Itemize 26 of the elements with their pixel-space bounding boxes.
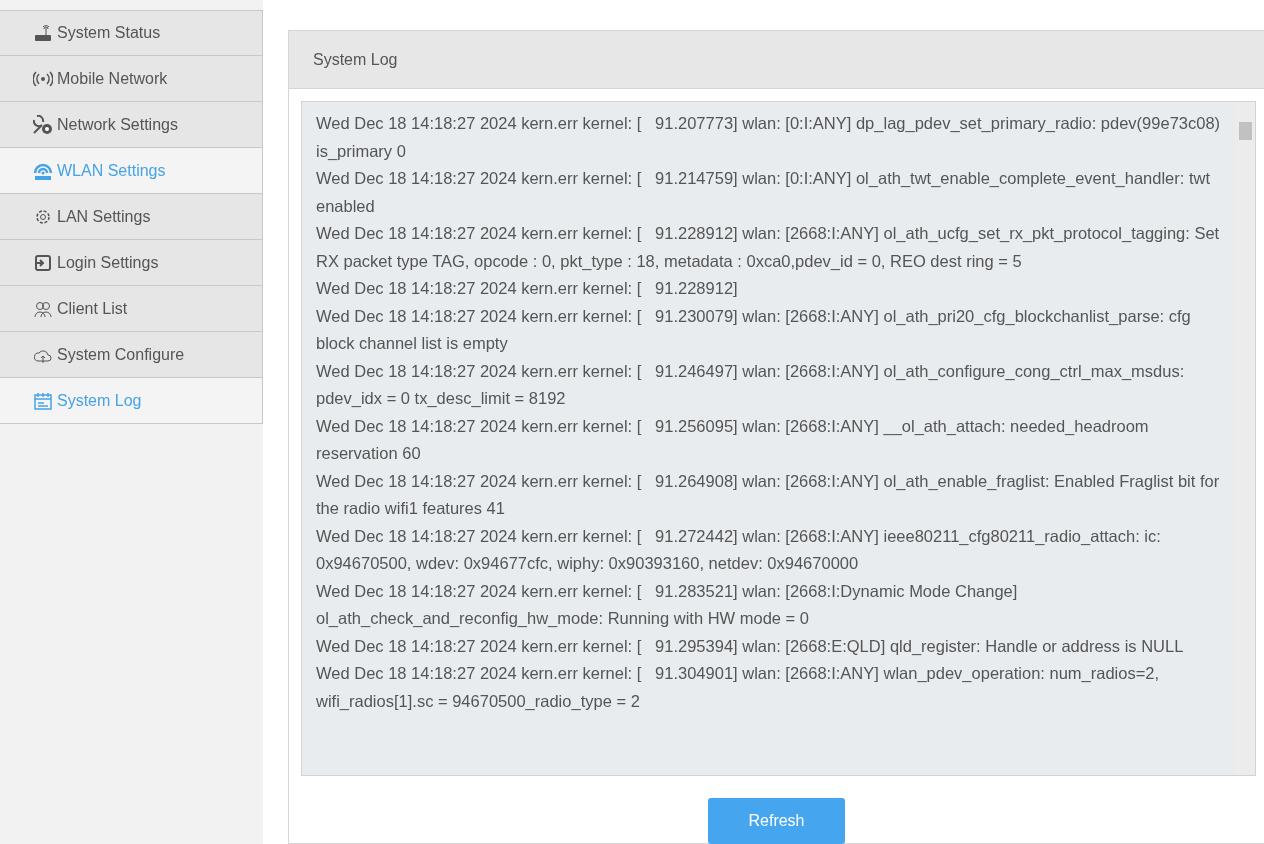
log-entry: Wed Dec 18 14:18:27 2024 kern.err kernel: [ 91.230079] wlan: [2668:I:ANY] ol_ath_pri20_cfg_blockchanlist_parse: cfg block channel list is empty <box>316 305 1192 354</box>
log-entry: Wed Dec 18 14:18:27 2024 kern.err kernel: [ 91.256095] wlan: [2668:I:ANY] __ol_ath_attach: needed_headroom reservation 60 <box>316 415 1150 464</box>
sidebar-item[interactable]: Network Settings <box>0 102 263 148</box>
login-icon <box>33 252 53 273</box>
sidebar-item[interactable]: Mobile Network <box>0 56 263 102</box>
log-entry: Wed Dec 18 14:18:27 2024 kern.err kernel: [ 91.214759] wlan: [0:I:ANY] ol_ath_twt_enable_complete_event_handler: twt enabled <box>316 168 1211 217</box>
log-entry: Wed Dec 18 14:18:27 2024 kern.err kernel: [ 91.228912] wlan: [2668:I:ANY] ol_ath_ucfg_set_rx_pkt_protocol_tagging: Set RX packet type TAG, opcode : 0, pkt_type : 18, metadata : 0xca0,pdev_id = 0, REO dest ring = 5 <box>316 223 1221 272</box>
sidebar-item[interactable]: System Status <box>0 10 263 56</box>
log-entry: Wed Dec 18 14:18:27 2024 kern.err kernel: [ 91.228912] <box>316 278 739 299</box>
log-entry: Wed Dec 18 14:18:27 2024 kern.err kernel: [ 91.304901] wlan: [2668:I:ANY] wlan_pdev_operation: num_radios=2, wifi_radios[1].sc = 94670500_radio_type = 2 <box>316 663 1161 712</box>
sidebar-item[interactable]: System Configure <box>0 332 263 378</box>
log-entry: Wed Dec 18 14:18:27 2024 kern.err kernel: [ 91.246497] wlan: [2668:I:ANY] ol_ath_configure_cong_ctrl_max_msdus: pdev_idx = 0 tx_desc_limit = 8192 <box>316 360 1186 409</box>
signal-icon <box>33 68 53 89</box>
router-icon <box>33 23 53 43</box>
log-entry: Wed Dec 18 14:18:27 2024 kern.err kernel: [ 91.264908] wlan: [2668:I:ANY] ol_ath_enable_fraglist: Enabled Fraglist bit for the radio wifi1 features 41 <box>316 470 1221 519</box>
log-entry: Wed Dec 18 14:18:27 2024 kern.err kernel: [ 91.272442] wlan: [2668:I:ANY] ieee80211_cfg80211_radio_attach: ic: 0x94670500, wdev: 0x94677cfc, wiphy: 0x90393160, netdev: 0x94670000 <box>316 525 1162 574</box>
log-textarea[interactable] <box>301 101 1256 776</box>
sidebar-item[interactable]: LAN Settings <box>0 194 263 240</box>
sidebar-item[interactable]: Login Settings <box>0 240 263 286</box>
calendar-icon <box>33 390 53 411</box>
log-entry: Wed Dec 18 14:18:27 2024 kern.err kernel: [ 91.207773] wlan: [0:I:ANY] dp_lag_pdev_set_primary_radio: pdev(99e73c08) is_primary 0 <box>316 113 1221 162</box>
sidebar-item[interactable]: Client List <box>0 286 263 332</box>
log-entry: Wed Dec 18 14:18:27 2024 kern.err kernel: [ 91.283521] wlan: [2668:I:Dynamic Mode Change] ol_ath_check_and_reconfig_hw_mode: Running with HW mode = 0 <box>316 580 1019 629</box>
log-entry: Wed Dec 18 14:18:27 2024 kern.err kernel: [ 91.295394] wlan: [2668:E:QLD] qld_register: Handle or address is NULL <box>316 635 1185 657</box>
wrench-gear-icon <box>33 114 53 135</box>
panel-title: System Log <box>313 49 398 70</box>
